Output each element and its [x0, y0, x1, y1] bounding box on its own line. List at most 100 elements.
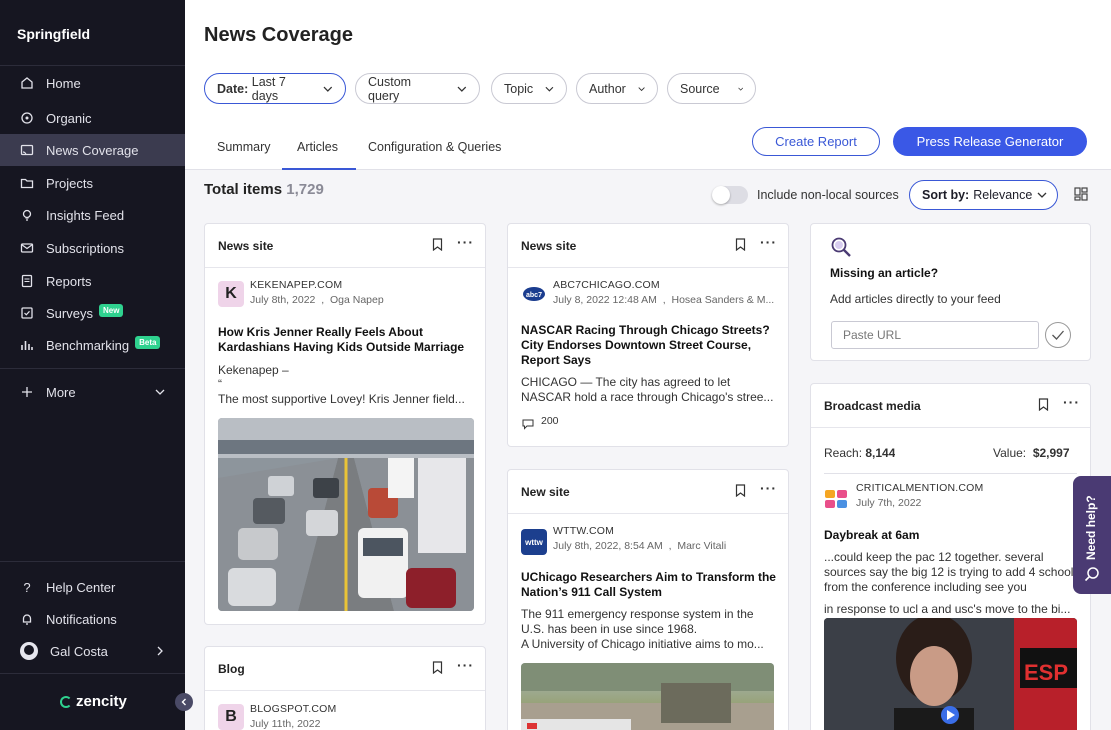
sidebar-more[interactable]: More: [0, 376, 185, 408]
help-search-icon: [1084, 567, 1099, 582]
sidebar-divider: [0, 368, 185, 369]
article-meta: July 8th, 2022 , Oga Napep: [250, 294, 384, 306]
card-header: New site ···: [508, 470, 788, 514]
article-card[interactable]: News site ··· K KEKENAPEP.COM July 8th, …: [204, 223, 486, 625]
card-type: New site: [521, 485, 570, 499]
sidebar-item-benchmarking[interactable]: Benchmarking Beta: [0, 329, 185, 361]
date-filter-key: Date:: [217, 81, 249, 96]
sidebar-item-label: Home: [46, 75, 81, 91]
non-local-sources-toggle[interactable]: [712, 186, 748, 204]
sidebar-item-label: Subscriptions: [46, 240, 125, 256]
source-name: ABC7CHICAGO.COM: [553, 279, 660, 291]
question-icon: ?: [23, 579, 31, 595]
article-headline[interactable]: UChicago Researchers Aim to Transform th…: [521, 570, 777, 600]
bell-icon: [20, 612, 34, 626]
card-type: Broadcast media: [824, 399, 921, 413]
chevron-down-icon: [545, 86, 554, 92]
sidebar-divider: [0, 561, 185, 562]
source-avatar: B: [218, 704, 244, 730]
bulb-icon: [20, 208, 34, 222]
sidebar-item-surveys[interactable]: Surveys New: [0, 297, 185, 329]
more-options-icon[interactable]: ···: [760, 234, 777, 250]
reach-label: Reach:: [824, 446, 863, 460]
date-filter[interactable]: Date: Last 7 days: [204, 73, 346, 104]
article-headline[interactable]: NASCAR Racing Through Chicago Streets? C…: [521, 323, 777, 368]
press-release-generator-button[interactable]: Press Release Generator: [893, 127, 1087, 156]
source-filter[interactable]: Source: [667, 73, 756, 104]
article-card[interactable]: Blog ··· B BLOGSPOT.COM July 11th, 2022: [204, 646, 486, 730]
missing-article-card: Missing an article? Add articles directl…: [810, 223, 1091, 361]
sidebar-notifications[interactable]: Notifications: [0, 603, 185, 635]
chevron-down-icon: [638, 86, 645, 91]
more-options-icon[interactable]: ···: [457, 234, 474, 250]
sidebar-item-news-coverage[interactable]: News Coverage: [0, 134, 185, 166]
bookmark-icon[interactable]: [735, 238, 746, 251]
card-type: News site: [218, 239, 274, 253]
logo-text: zencity: [76, 693, 127, 710]
tab-articles[interactable]: Articles: [297, 140, 338, 154]
report-icon: [20, 274, 34, 288]
comment-icon: [522, 419, 534, 430]
card-header: News site ···: [205, 224, 485, 268]
need-help-tab[interactable]: Need help?: [1073, 476, 1111, 594]
bookmark-icon[interactable]: [735, 484, 746, 497]
wttw-logo-icon: wttw: [521, 529, 547, 555]
missing-article-desc: Add articles directly to your feed: [830, 292, 1001, 306]
new-badge: New: [98, 303, 124, 317]
submit-url-button[interactable]: [1045, 322, 1071, 348]
sidebar-item-insights-feed[interactable]: Insights Feed: [0, 199, 185, 231]
author-filter[interactable]: Author: [576, 73, 658, 104]
sidebar-item-label: Reports: [46, 273, 92, 289]
sidebar-item-projects[interactable]: Projects: [0, 167, 185, 199]
comment-count: 200: [541, 415, 559, 427]
sidebar-user-profile[interactable]: Gal Costa: [0, 635, 185, 667]
more-options-icon[interactable]: ···: [760, 480, 777, 496]
collapse-sidebar-button[interactable]: [175, 693, 193, 711]
broadcast-title[interactable]: Daybreak at 6am: [824, 528, 919, 543]
criticalmention-logo-icon: [825, 490, 847, 508]
card-header: Broadcast media ···: [811, 384, 1090, 428]
broadcast-card[interactable]: Broadcast media ··· Reach: 8,144 Value: …: [810, 383, 1091, 730]
create-report-button[interactable]: Create Report: [752, 127, 880, 156]
bookmark-icon[interactable]: [432, 661, 443, 674]
chevron-left-icon: [181, 698, 186, 706]
tab-configuration-queries[interactable]: Configuration & Queries: [368, 140, 501, 154]
bookmark-icon[interactable]: [432, 238, 443, 251]
sidebar-divider: [0, 65, 185, 66]
custom-query-filter[interactable]: Custom query: [355, 73, 480, 104]
bookmark-icon[interactable]: [1038, 398, 1049, 411]
sidebar-item-label: Projects: [46, 175, 93, 191]
more-options-icon[interactable]: ···: [1063, 394, 1080, 410]
sidebar-item-home[interactable]: Home: [0, 67, 185, 99]
beta-badge: Beta: [135, 335, 161, 349]
sidebar-help-center[interactable]: ? Help Center: [0, 571, 185, 603]
sort-value: Relevance: [973, 188, 1033, 202]
sidebar-item-label: Surveys: [46, 305, 93, 321]
broadcast-transcript: ...could keep the pac 12 together. sever…: [824, 550, 1080, 594]
article-image: [521, 663, 774, 730]
sidebar-item-label: Organic: [46, 110, 92, 126]
article-card[interactable]: News site ··· abc7 ABC7CHICAGO.COM July …: [507, 223, 789, 447]
sidebar-item-subscriptions[interactable]: Subscriptions: [0, 232, 185, 264]
magnifier-icon: [831, 237, 851, 257]
logo-mark-icon: [60, 695, 72, 708]
article-author: Hosea Sanders & M...: [671, 294, 775, 306]
video-thumbnail[interactable]: ESP: [824, 618, 1077, 730]
sort-dropdown[interactable]: Sort by: Relevance: [909, 180, 1058, 210]
source-avatar: K: [218, 281, 244, 307]
paste-url-input[interactable]: Paste URL: [831, 321, 1039, 349]
article-card[interactable]: New site ··· wttw WTTW.COM July 8th, 202…: [507, 469, 789, 730]
source-name: CRITICALMENTION.COM: [856, 482, 984, 494]
sidebar-item-reports[interactable]: Reports: [0, 265, 185, 297]
layout-grid-icon[interactable]: [1074, 187, 1088, 201]
author-label: Author: [589, 81, 626, 96]
sidebar-item-organic[interactable]: Organic: [0, 102, 185, 134]
chevron-down-icon: [323, 86, 333, 92]
tab-summary[interactable]: Summary: [217, 140, 270, 154]
value-stat: Value: $2,997: [993, 446, 1070, 461]
total-items-label: Total items: [204, 181, 283, 198]
topic-filter[interactable]: Topic: [491, 73, 567, 104]
article-headline[interactable]: How Kris Jenner Really Feels About Karda…: [218, 325, 474, 355]
more-options-icon[interactable]: ···: [457, 657, 474, 673]
source-name: WTTW.COM: [553, 525, 615, 537]
